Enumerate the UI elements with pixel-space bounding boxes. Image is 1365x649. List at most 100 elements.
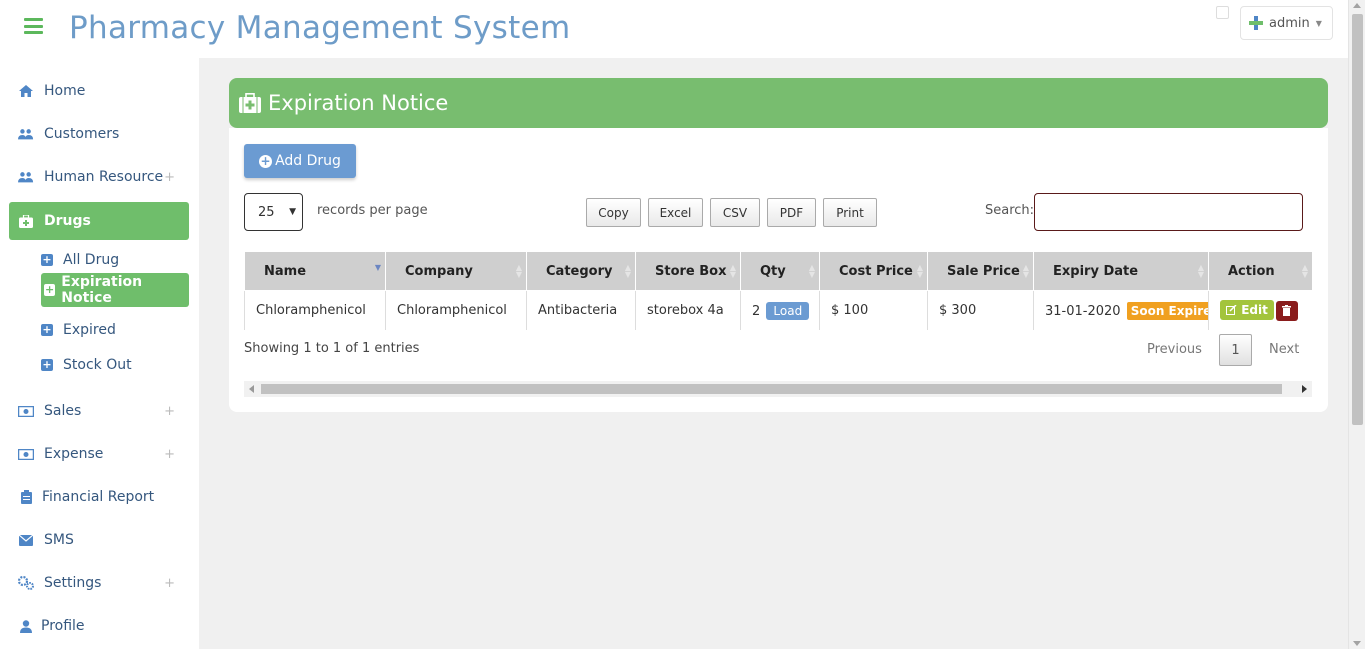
chevron-down-icon: ▼: [1315, 18, 1322, 28]
sidebar-item-drugs[interactable]: Drugs: [9, 202, 189, 240]
sidebar-subitem-expiration-notice[interactable]: + Expiration Notice: [41, 273, 189, 307]
clipboard-icon: [18, 489, 34, 505]
col-header-qty[interactable]: Qty ▲ ▼: [740, 251, 820, 291]
pagination-previous[interactable]: Previous: [1147, 342, 1202, 357]
table-row: Chloramphenicol Chloramphenicol Antibact…: [244, 290, 1312, 330]
expand-plus-icon: +: [164, 575, 175, 591]
home-icon: [18, 83, 34, 99]
scrollbar-thumb[interactable]: [1352, 14, 1363, 425]
drugs-table: Name ▼ Company ▲ ▼ Category ▲ ▼ Store Box ▲ ▼ Q…: [244, 251, 1312, 330]
records-per-page-label: records per page: [317, 203, 428, 218]
user-name: admin: [1269, 15, 1310, 31]
cell-action: Edit: [1208, 290, 1312, 330]
sort-desc-icon: ▼: [374, 263, 381, 272]
app-title: Pharmacy Management System: [69, 10, 571, 46]
plus-circle-icon: +: [259, 153, 273, 168]
plus-square-icon: +: [41, 358, 53, 371]
col-header-store-box[interactable]: Store Box ▲ ▼: [635, 251, 741, 291]
expand-plus-icon: +: [164, 403, 175, 419]
header-checkbox[interactable]: [1216, 6, 1229, 19]
page-length-select[interactable]: 25 ▼: [244, 193, 303, 231]
table-info: Showing 1 to 1 of 1 entries: [244, 341, 420, 356]
medkit-icon: [239, 93, 261, 113]
sidebar-item-financial-report[interactable]: Financial Report: [9, 478, 189, 516]
col-header-sale-price[interactable]: Sale Price ▲ ▼: [927, 251, 1034, 291]
col-header-category[interactable]: Category ▲ ▼: [526, 251, 636, 291]
panel-title: Expiration Notice: [268, 91, 449, 115]
cell-cost-price: $ 100: [819, 290, 928, 330]
sidebar-item-human-resource[interactable]: Human Resource +: [9, 158, 189, 196]
puzzle-icon: [1249, 16, 1263, 30]
load-button[interactable]: Load: [766, 301, 810, 320]
plus-square-icon: +: [41, 323, 53, 336]
pagination-page-1[interactable]: 1: [1219, 334, 1252, 366]
cell-expiry-date: 31-01-2020 Soon Expire: [1033, 290, 1209, 330]
sidebar-item-home[interactable]: Home: [9, 72, 189, 110]
delete-button[interactable]: [1275, 300, 1298, 321]
sidebar-item-customers[interactable]: Customers: [9, 115, 189, 153]
cell-category: Antibacteria: [526, 290, 636, 330]
menu-toggle-icon[interactable]: [24, 18, 43, 34]
pagination-next[interactable]: Next: [1269, 342, 1299, 357]
edit-button[interactable]: Edit: [1220, 300, 1274, 321]
sort-icon: ▲ ▼: [808, 263, 815, 279]
sort-icon: ▲ ▼: [1022, 263, 1029, 279]
cell-sale-price: $ 300: [927, 290, 1034, 330]
sort-icon: ▲ ▼: [1301, 263, 1308, 279]
excel-button[interactable]: Excel: [648, 198, 703, 227]
users-icon: [18, 169, 34, 185]
user-menu-button[interactable]: admin ▼: [1240, 6, 1333, 40]
col-header-cost-price[interactable]: Cost Price ▲ ▼: [819, 251, 928, 291]
plus-square-icon: +: [41, 253, 53, 266]
sort-icon: ▲ ▼: [916, 263, 923, 279]
copy-button[interactable]: Copy: [586, 198, 641, 227]
money-icon: [18, 403, 34, 419]
sidebar-item-settings[interactable]: Settings +: [9, 564, 189, 602]
csv-button[interactable]: CSV: [710, 198, 760, 227]
sort-icon: ▲ ▼: [624, 263, 631, 279]
col-header-name[interactable]: Name ▼: [244, 251, 386, 291]
top-header: Pharmacy Management System admin ▼: [0, 0, 1348, 58]
horizontal-scrollbar[interactable]: [244, 381, 1312, 397]
scroll-left-icon[interactable]: [249, 385, 254, 393]
panel-header: Expiration Notice: [229, 78, 1328, 128]
scrollbar-thumb[interactable]: [261, 384, 1282, 394]
col-header-expiry-date[interactable]: Expiry Date ▲ ▼: [1033, 251, 1209, 291]
sidebar-item-sms[interactable]: SMS: [9, 521, 189, 559]
sort-icon: ▲ ▼: [729, 263, 736, 279]
sort-icon: ▲ ▼: [515, 263, 522, 279]
expand-plus-icon: +: [164, 446, 175, 462]
sidebar: Home Customers Human Resource + Drugs + …: [0, 58, 199, 649]
scroll-down-icon[interactable]: [1353, 641, 1361, 646]
vertical-scrollbar[interactable]: [1348, 0, 1365, 649]
cell-company: Chloramphenicol: [385, 290, 527, 330]
sidebar-item-profile[interactable]: Profile: [9, 607, 189, 645]
cell-qty: 2 Load: [740, 290, 820, 330]
cell-store-box: storebox 4a: [635, 290, 741, 330]
users-icon: [18, 126, 34, 142]
trash-icon: [1282, 304, 1292, 316]
medkit-icon: [18, 213, 34, 229]
sidebar-item-sales[interactable]: Sales +: [9, 392, 189, 430]
table-header-row: Name ▼ Company ▲ ▼ Category ▲ ▼ Store Box ▲ ▼ Q…: [244, 251, 1312, 291]
col-header-company[interactable]: Company ▲ ▼: [385, 251, 527, 291]
add-drug-button[interactable]: + Add Drug: [244, 144, 356, 178]
soon-expire-badge: Soon Expire: [1126, 301, 1208, 320]
scroll-up-icon[interactable]: [1353, 3, 1361, 8]
sidebar-item-expense[interactable]: Expense +: [9, 435, 189, 473]
cogs-icon: [18, 575, 34, 591]
scroll-right-icon[interactable]: [1302, 385, 1307, 393]
chevron-down-icon: ▼: [289, 207, 296, 217]
sidebar-subitem-expired[interactable]: + Expired: [41, 313, 116, 347]
search-input[interactable]: [1034, 193, 1303, 231]
col-header-action[interactable]: Action ▲ ▼: [1208, 251, 1312, 291]
plus-square-icon: +: [44, 283, 56, 296]
pdf-button[interactable]: PDF: [767, 198, 816, 227]
print-button[interactable]: Print: [823, 198, 877, 227]
expand-plus-icon: +: [164, 169, 175, 185]
sidebar-subitem-all-drug[interactable]: + All Drug: [41, 243, 119, 277]
search-label: Search:: [985, 203, 1035, 218]
sidebar-subitem-stock-out[interactable]: + Stock Out: [41, 348, 132, 382]
edit-icon: [1226, 304, 1237, 316]
user-icon: [18, 618, 34, 634]
